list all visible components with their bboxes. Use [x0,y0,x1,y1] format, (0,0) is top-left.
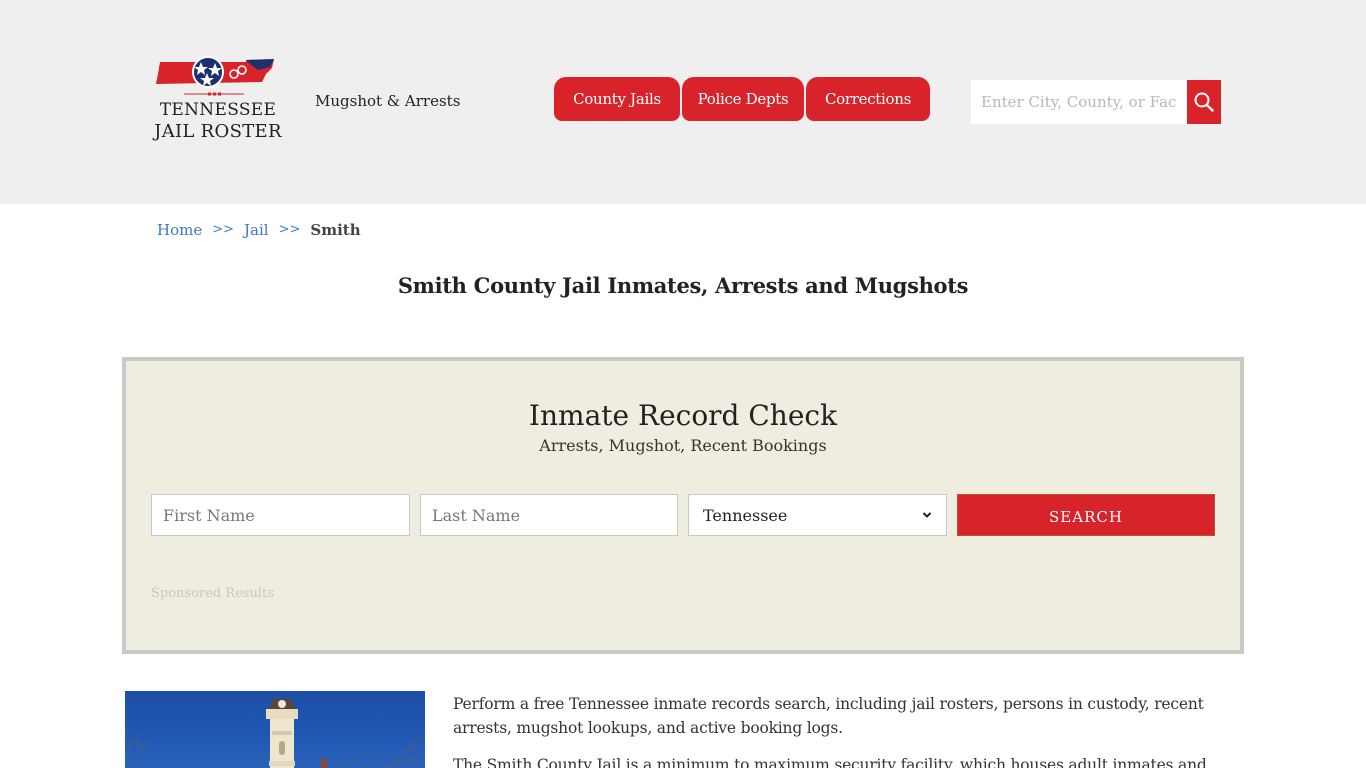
record-check-subtitle: Arrests, Mugshot, Recent Bookings [539,436,827,455]
site-logo[interactable]: TENNESSEE JAIL ROSTER [154,56,282,148]
header-search-button[interactable] [1187,80,1221,124]
last-name-input[interactable] [420,494,678,536]
nav-corrections[interactable]: Corrections [806,77,930,121]
breadcrumb-separator: >> [212,222,235,237]
tennessee-map-icon [156,56,274,96]
inmate-record-check: Inmate Record Check Arrests, Mugshot, Re… [122,357,1244,654]
intro-paragraph: Perform a free Tennessee inmate records … [453,695,1204,737]
site-header: TENNESSEE JAIL ROSTER Mugshot & Arrests … [0,0,1366,204]
search-icon [1194,92,1214,112]
chevron-down-icon [922,512,932,518]
breadcrumb: Home >> Jail >> Smith [157,221,361,239]
nav-county-jails[interactable]: County Jails [554,77,680,121]
nav-police-depts[interactable]: Police Depts [682,77,804,121]
breadcrumb-separator: >> [278,222,301,237]
main-nav: County Jails Police Depts Corrections [554,77,932,121]
state-select[interactable]: Tennessee [688,494,947,536]
page-title: Smith County Jail Inmates, Arrests and M… [397,273,969,298]
site-tagline: Mugshot & Arrests [315,92,461,110]
record-search-button[interactable]: SEARCH [957,494,1215,536]
header-search [971,80,1221,124]
logo-line-1: TENNESSEE [159,100,277,120]
state-select-value: Tennessee [703,505,788,525]
header-search-input[interactable] [971,80,1187,124]
breadcrumb-jail[interactable]: Jail [244,221,269,239]
sponsored-results-label: Sponsored Results [151,586,274,601]
facility-paragraph: The Smith County Jail is a minimum to ma… [453,756,1207,768]
first-name-input[interactable] [151,494,410,536]
record-check-title: Inmate Record Check [528,399,838,432]
logo-line-2: JAIL ROSTER [154,121,282,142]
breadcrumb-current: Smith [310,221,361,239]
breadcrumb-home[interactable]: Home [157,221,202,239]
intro-text: Perform a free Tennessee inmate records … [453,692,1213,768]
courthouse-photo [125,691,425,768]
logo-wordmark: TENNESSEE JAIL ROSTER [154,100,282,142]
courthouse-tower-image [125,699,425,768]
